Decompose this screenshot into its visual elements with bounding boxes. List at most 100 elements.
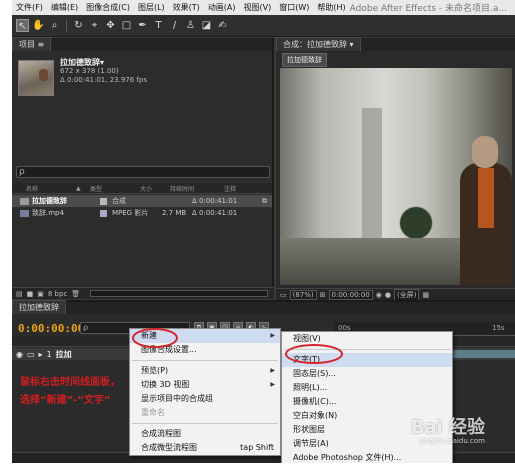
new-composition-icon[interactable]: ▣ xyxy=(37,290,44,298)
zoom-tool-icon[interactable]: ⌕ xyxy=(48,19,61,32)
text-tool-icon[interactable]: T xyxy=(152,19,165,32)
column-type[interactable]: 类型 xyxy=(90,184,140,193)
tools-panel: ↖ ✋ ⌕ ↻ ⌖ ✥ □ ✒ T / ♙ ◪ ✍ xyxy=(12,15,515,37)
submenu-item-camera[interactable]: 摄像机(C)... xyxy=(282,395,452,409)
row-type: 合成 xyxy=(112,197,126,205)
project-search-input[interactable]: ρ xyxy=(16,166,270,178)
camera-tool-icon[interactable]: ⌖ xyxy=(88,19,101,32)
shortcut-text: tap Shift xyxy=(240,443,274,452)
row-name: 拉加德致辞 xyxy=(32,197,67,205)
submenu-item-solid[interactable]: 固态层(S)... xyxy=(282,367,452,381)
submenu-item-photoshop-file[interactable]: Adobe Photoshop 文件(H)... xyxy=(282,451,452,463)
column-size[interactable]: 大小 xyxy=(140,184,170,193)
composition-panel: 合成：拉加德致辞 ▾ 拉加德致辞 ▭ (87%) ⊞ 0:00:00:00 ◉ … xyxy=(276,37,515,301)
menu-separator xyxy=(132,360,278,361)
speaker-scarf xyxy=(478,168,494,228)
column-duration[interactable]: 持续时间 xyxy=(170,184,224,193)
menu-item-flowchart[interactable]: 合成流程图 xyxy=(130,427,280,441)
speaker-face xyxy=(472,136,498,168)
rectangle-tool-icon[interactable]: □ xyxy=(120,19,133,32)
selection-tool-icon[interactable]: ↖ xyxy=(16,19,29,32)
composition-subtab[interactable]: 拉加德致辞 xyxy=(282,53,327,67)
snapshot-icon[interactable]: ◉ xyxy=(376,291,382,299)
composition-footer: ▭ (87%) ⊞ 0:00:00:00 ◉ ● (全屏) ▦ xyxy=(276,288,515,301)
after-effects-window: 文件(F) 编辑(E) 图像合成(C) 图层(L) 效果(T) 动画(A) 视图… xyxy=(12,0,515,463)
project-tab[interactable]: 项目 ≡ xyxy=(12,37,52,51)
layer-index: 1 xyxy=(46,349,52,359)
project-row[interactable]: 拉加德致辞 合成 Δ 0:00:41:01 ⧉ xyxy=(12,195,272,207)
project-column-header: 名称 ▲ 类型 大小 持续时间 注释 xyxy=(12,183,272,194)
menu-item-new[interactable]: 新建 ▶ xyxy=(130,329,280,343)
menu-item-reveal-in-project[interactable]: 显示项目中的合成组 xyxy=(130,392,280,406)
menu-layer[interactable]: 图层(L) xyxy=(134,2,169,13)
current-time-field[interactable]: 0:00:00:00 xyxy=(328,289,373,300)
menu-item-rename: 重命名 xyxy=(141,408,165,417)
submenu-item-light[interactable]: 照明(L)... xyxy=(282,381,452,395)
roi-icon[interactable]: ▦ xyxy=(422,291,429,299)
menu-item-preview[interactable]: 预览(P) ▶ xyxy=(130,364,280,378)
flowchart-icon[interactable]: ⧉ xyxy=(262,197,267,206)
menu-effect[interactable]: 效果(T) xyxy=(169,2,204,13)
rotate-tool-icon[interactable]: ↻ xyxy=(72,19,85,32)
interpret-footage-icon[interactable]: ▤ xyxy=(16,290,23,298)
submenu-item-text[interactable]: 文字(T) xyxy=(282,353,452,367)
lock-icon[interactable]: ▭ xyxy=(27,350,35,359)
row-name: 致辞.mp4 xyxy=(32,209,64,217)
row-duration: Δ 0:00:41:01 xyxy=(192,209,238,217)
composition-viewer[interactable] xyxy=(280,68,512,285)
menu-edit[interactable]: 编辑(E) xyxy=(47,2,82,13)
menu-composition[interactable]: 图像合成(C) xyxy=(82,2,134,13)
submenu-arrow-icon: ▶ xyxy=(270,381,275,388)
clone-stamp-tool-icon[interactable]: ♙ xyxy=(184,19,197,32)
project-scrollbar[interactable] xyxy=(90,290,268,297)
watermark-url: jingyan.baidu.com xyxy=(420,437,485,445)
label-color-swatch[interactable] xyxy=(100,209,107,217)
menu-item-composition-settings[interactable]: 图像合成设置... xyxy=(130,343,280,357)
timeline-tab[interactable]: 拉加德致辞 xyxy=(12,300,66,314)
row-duration: Δ 0:00:41:01 xyxy=(192,197,238,205)
project-thumbnail xyxy=(18,60,54,96)
expand-icon[interactable]: ▸ xyxy=(39,350,43,359)
brush-tool-icon[interactable]: / xyxy=(168,19,181,32)
menu-animation[interactable]: 动画(A) xyxy=(204,2,240,13)
menu-file[interactable]: 文件(F) xyxy=(12,2,47,13)
menu-window[interactable]: 窗口(W) xyxy=(275,2,313,13)
composition-tab-bar: 合成：拉加德致辞 ▾ xyxy=(276,37,515,51)
hand-tool-icon[interactable]: ✋ xyxy=(32,19,45,32)
bpc-toggle[interactable]: 8 bpc xyxy=(48,290,67,298)
project-item-info: 拉加德致辞▾ 672 x 378 (1.00) Δ 0:00:41:01, 23… xyxy=(60,58,147,85)
submenu-item-viewer[interactable]: 视图(V) xyxy=(282,332,452,346)
video-file-icon xyxy=(20,209,29,217)
instruction-annotation: 鼠标右击时间线面板，选择“新建”-“文字” xyxy=(20,377,120,406)
zoom-dropdown[interactable]: (87%) xyxy=(289,289,317,300)
new-folder-icon[interactable]: ■ xyxy=(27,290,34,298)
column-name[interactable]: 名称 xyxy=(12,184,76,193)
puppet-tool-icon[interactable]: ✍ xyxy=(216,19,229,32)
menu-item-mini-flowchart[interactable]: 合成微型流程图 tap Shift xyxy=(130,441,280,455)
grid-icon[interactable]: ⊞ xyxy=(320,291,326,299)
delete-icon[interactable]: 🗑 xyxy=(71,290,80,298)
eraser-tool-icon[interactable]: ◪ xyxy=(200,19,213,32)
menu-help[interactable]: 帮助(H) xyxy=(313,2,349,13)
timeline-timecode[interactable]: 0:00:00:00 xyxy=(18,322,84,335)
ruler-end: 15s xyxy=(492,324,505,332)
always-preview-icon[interactable]: ▭ xyxy=(280,291,287,299)
row-size: 2.7 MB xyxy=(162,209,187,217)
composition-tab[interactable]: 合成：拉加德致辞 ▾ xyxy=(276,37,361,51)
label-color-swatch[interactable] xyxy=(100,197,107,205)
visibility-icon[interactable]: ◉ xyxy=(16,350,23,359)
layer-name[interactable]: 拉加 xyxy=(56,349,72,360)
resolution-dropdown[interactable]: (全屏) xyxy=(394,288,420,301)
submenu-arrow-icon: ▶ xyxy=(270,332,275,339)
menu-item-switch-3d-view[interactable]: 切换 3D 视图 ▶ xyxy=(130,378,280,392)
column-sort-icon[interactable]: ▲ xyxy=(76,185,90,192)
menu-view[interactable]: 视图(V) xyxy=(240,2,276,13)
project-item-name[interactable]: 拉加德致辞▾ xyxy=(60,58,147,67)
composition-icon xyxy=(20,197,29,205)
timeline-tab-bar: 拉加德致辞 xyxy=(12,300,515,314)
color-channel-icon[interactable]: ● xyxy=(385,291,391,299)
pan-behind-tool-icon[interactable]: ✥ xyxy=(104,19,117,32)
pen-tool-icon[interactable]: ✒ xyxy=(136,19,149,32)
column-comment[interactable]: 注释 xyxy=(224,184,236,193)
project-row[interactable]: 致辞.mp4 MPEG 影片 2.7 MB Δ 0:00:41:01 xyxy=(12,207,272,219)
